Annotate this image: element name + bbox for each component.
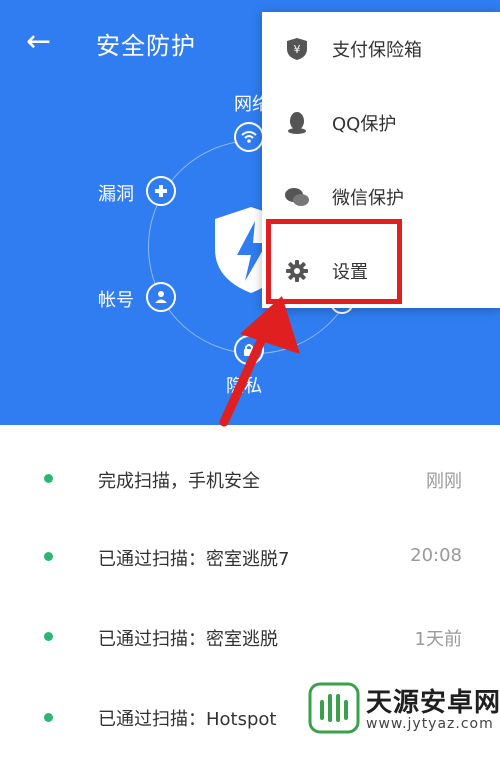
menu-label-wechat: 微信保护 [332,188,404,209]
page-title: 安全防护 [96,32,196,60]
watermark-name: 天源安卓网 [366,688,500,718]
account-icon [155,291,167,303]
list-item-time: 20:08 [410,545,462,566]
list-item[interactable]: 已通过扫描：密室逃脱7 20:08 [0,517,500,597]
account-label: 帐号 [98,290,134,311]
list-item-time: 1天前 [414,629,462,650]
account-node[interactable] [146,282,176,312]
status-dot [44,474,53,483]
status-dot [44,632,53,641]
status-dot [44,552,53,561]
list-item-text: 已通过扫描：密室逃脱 [98,629,278,650]
list-item-text: 已通过扫描：密室逃脱7 [98,549,290,570]
menu-item-payment-safe[interactable]: ¥ 支付保险箱 [262,12,500,86]
menu-label-qq: QQ保护 [332,114,397,135]
list-item-text: 已通过扫描：Hotspot [98,709,277,730]
status-dot [44,713,53,722]
watermark-logo-icon [308,682,360,734]
back-arrow-icon[interactable]: ← [26,27,54,57]
patch-icon [155,185,167,197]
wifi-icon [241,131,257,143]
qq-icon [284,110,310,136]
watermark-url: www.jytyaz.com [366,716,494,732]
network-node[interactable] [234,122,264,152]
list-item[interactable]: 已通过扫描：密室逃脱 1天前 [0,597,500,677]
wechat-icon [284,184,310,210]
list-item-time: 刚刚 [426,471,462,492]
vulnerability-node[interactable] [146,176,176,206]
list-item-text: 完成扫描，手机安全 [98,471,260,492]
list-item[interactable]: 完成扫描，手机安全 刚刚 [0,439,500,519]
annotation-arrow-icon [219,296,300,427]
payment-safe-icon: ¥ [284,36,310,62]
menu-item-qq[interactable]: QQ保护 [262,86,500,160]
vulnerability-label: 漏洞 [98,184,134,205]
svg-text:¥: ¥ [294,43,301,56]
site-watermark: 天源安卓网 www.jytyaz.com [306,680,500,738]
menu-label-payment-safe: 支付保险箱 [332,40,422,61]
